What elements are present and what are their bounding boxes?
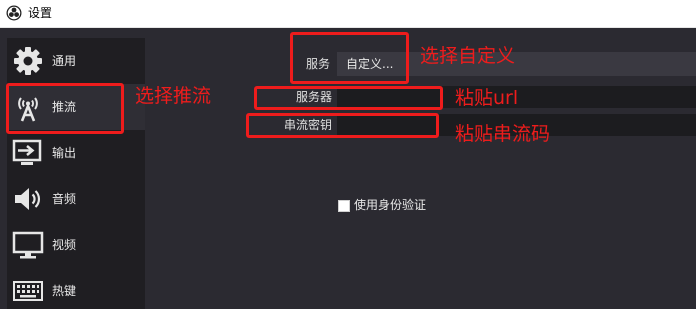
highlight-service (290, 32, 409, 84)
highlight-stream-key (246, 113, 439, 138)
obs-logo-icon (6, 5, 22, 21)
sidebar-item-label: 输出 (52, 146, 77, 160)
settings-window: 通用 推流 输出 音频 视频 热键 服务 自定义... 服务器 串流密钥 使用身… (0, 28, 696, 309)
annotation-choose-stream: 选择推流 (135, 85, 212, 107)
annotation-choose-custom: 选择自定义 (420, 45, 516, 67)
speaker-icon (15, 188, 40, 210)
sidebar-item-label: 通用 (52, 54, 77, 68)
annotation-paste-key: 粘贴串流码 (455, 123, 551, 145)
output-icon (12, 139, 42, 165)
sidebar-item-hotkeys[interactable]: 热键 (7, 268, 145, 314)
sidebar-item-video[interactable]: 视频 (7, 222, 145, 268)
use-auth-checkbox[interactable] (338, 200, 350, 212)
sidebar-item-label: 音频 (52, 192, 77, 206)
keyboard-icon (13, 281, 43, 301)
monitor-icon (12, 231, 44, 259)
window-title: 设置 (28, 6, 53, 20)
title-bar: 设置 (0, 0, 696, 28)
use-auth-label[interactable]: 使用身份验证 (354, 197, 426, 213)
gear-icon (14, 47, 42, 75)
sidebar-item-audio[interactable]: 音频 (7, 176, 145, 222)
highlight-server (254, 86, 443, 110)
annotation-paste-url: 粘贴url (455, 87, 519, 109)
sidebar-item-output[interactable]: 输出 (7, 130, 145, 176)
highlight-stream-tab (6, 83, 124, 134)
sidebar-item-label: 视频 (52, 238, 77, 252)
sidebar-item-general[interactable]: 通用 (7, 38, 145, 84)
sidebar-item-label: 热键 (52, 284, 77, 298)
settings-sidebar: 通用 推流 输出 音频 视频 热键 (7, 38, 145, 309)
